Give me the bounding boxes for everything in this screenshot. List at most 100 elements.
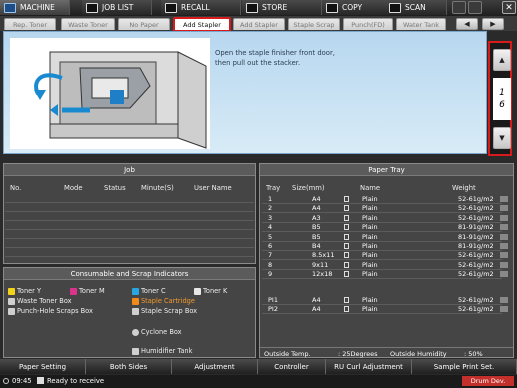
tray-number: 4	[268, 223, 273, 232]
tab-no-paper[interactable]: No Paper	[118, 18, 170, 30]
page-down-button[interactable]: ▼	[493, 127, 511, 149]
store-icon	[246, 2, 258, 13]
table-row[interactable]	[5, 248, 254, 257]
cyclone-box-icon	[132, 328, 139, 336]
tab-water-tank[interactable]: Water Tank	[396, 18, 446, 30]
tab-machine[interactable]: MACHINE	[0, 0, 70, 15]
tray-paper-name: Plain	[362, 242, 378, 250]
consumable-toner-c: Toner C	[132, 287, 166, 295]
tab-job-list[interactable]: JOB LIST	[82, 0, 152, 15]
tray-weight: 52-61g/m2	[458, 270, 494, 279]
paper-level-icon	[500, 271, 508, 278]
tray-weight: 81-91g/m2	[458, 242, 494, 250]
tab-add-stapler[interactable]: Add Stapler	[233, 18, 285, 30]
tab-staple-scrap[interactable]: Staple Scrap	[288, 18, 340, 30]
paper-orientation-icon	[344, 297, 349, 303]
paper-level-icon	[500, 214, 508, 221]
tray-col-name: Name	[360, 184, 381, 192]
tray-number: 1	[268, 195, 273, 203]
tray-number: 5	[268, 232, 273, 241]
up-arrow-icon: ▲	[499, 56, 505, 64]
paper-orientation-icon	[344, 233, 349, 240]
toner-k-icon	[194, 287, 201, 295]
drum-dev-badge[interactable]: Drum Dev.	[462, 376, 514, 386]
tab-recall[interactable]: RECALL	[161, 0, 241, 15]
job-col-status: Status	[104, 184, 126, 192]
toner-c-icon	[132, 287, 139, 295]
humidifier-tank-icon	[132, 347, 139, 355]
page-current: 1	[499, 88, 505, 98]
tab-waste-toner[interactable]: Waste Toner	[61, 18, 115, 30]
tab-add-stapler-active[interactable]: Add Stapler	[173, 17, 231, 32]
paper-level-icon	[500, 297, 508, 303]
next-tab-button[interactable]: ▶	[482, 18, 504, 30]
table-row[interactable]	[5, 203, 254, 212]
table-row[interactable]: 9 12x18 Plain 52-61g/m2	[262, 269, 508, 280]
tray-size: A4	[312, 296, 321, 304]
left-arrow-icon: ◀	[464, 20, 470, 28]
consumable-toner-m: Toner M	[70, 287, 105, 295]
staple-scrap-icon	[132, 307, 139, 315]
tray-weight: 52-61g/m2	[458, 260, 494, 269]
machine-icon	[4, 2, 16, 13]
table-row[interactable]	[5, 194, 254, 203]
outside-humidity-value: : 50%	[464, 350, 483, 358]
controller-button[interactable]: Controller	[258, 359, 326, 374]
paper-orientation-icon	[344, 196, 349, 202]
table-row[interactable]	[5, 230, 254, 239]
consumable-humidifier-tank: Humidifier Tank	[132, 347, 192, 355]
instruction-line-1: Open the staple finisher front door,	[215, 49, 335, 57]
outside-temp-value: : 25Degrees	[338, 350, 378, 358]
tray-weight: 52-61g/m2	[458, 251, 494, 260]
mode-button[interactable]	[468, 1, 482, 14]
consumable-punch-hole-scraps-box: Punch-Hole Scraps Box	[8, 307, 93, 315]
message-tab-row: Rep. Toner Waste Toner No Paper Add Stap…	[0, 16, 517, 32]
tray-weight: 52-61g/m2	[458, 204, 494, 213]
table-row[interactable]	[5, 257, 254, 266]
table-row[interactable]	[5, 212, 254, 221]
job-panel: Job No. Mode Status Minute(S) User Name	[3, 163, 256, 264]
prev-tab-button[interactable]: ◀	[456, 18, 478, 30]
sample-print-set-button[interactable]: Sample Print Set.	[412, 359, 517, 374]
clock-icon	[3, 378, 9, 384]
close-button[interactable]: ✕	[502, 1, 516, 14]
paper-level-icon	[500, 306, 508, 313]
ru-curl-adjustment-button[interactable]: RU Curl Adjustment	[326, 359, 412, 374]
tab-store[interactable]: STORE	[242, 0, 322, 15]
paper-orientation-icon	[344, 214, 349, 221]
tab-scan[interactable]: SCAN	[385, 0, 447, 15]
tray-weight: 81-91g/m2	[458, 232, 494, 241]
tray-number: 9	[268, 270, 273, 279]
table-row[interactable]	[5, 239, 254, 248]
consumable-panel-title: Consumable and Scrap Indicators	[4, 268, 255, 280]
staple-finisher-illustration	[10, 38, 210, 149]
tray-size: 9x11	[312, 260, 329, 269]
tray-number: 6	[268, 242, 273, 250]
table-row[interactable]: PI2 A4 Plain 52-61g/m2	[262, 304, 508, 315]
tray-number: 2	[268, 204, 273, 213]
adjustment-button[interactable]: Adjustment	[172, 359, 258, 374]
consumable-cyclone-box: Cyclone Box	[132, 328, 182, 336]
paper-level-icon	[500, 243, 508, 249]
recall-icon	[165, 2, 177, 13]
tray-size: 12x18	[312, 270, 333, 279]
both-sides-button[interactable]: Both Sides	[86, 359, 172, 374]
tray-paper-name: Plain	[362, 223, 378, 232]
tray-paper-name: Plain	[362, 260, 378, 269]
top-navigation-bar: MACHINE JOB LIST RECALL STORE COPY SCAN …	[0, 0, 517, 16]
tray-size: B4	[312, 242, 321, 250]
settings-button[interactable]	[452, 1, 466, 14]
paper-tray-title: Paper Tray	[260, 164, 513, 176]
tab-punch-fd[interactable]: Punch(FD)	[343, 18, 393, 30]
staple-cartridge-icon	[132, 297, 139, 305]
tray-size: B5	[312, 232, 321, 241]
paper-orientation-icon	[344, 205, 349, 212]
tray-weight: 52-61g/m2	[458, 305, 494, 314]
tray-number: 3	[268, 213, 273, 222]
page-up-button[interactable]: ▲	[493, 49, 511, 71]
tab-rep-toner[interactable]: Rep. Toner	[4, 18, 56, 30]
table-row[interactable]	[5, 221, 254, 230]
page-scroll-panel: ▲ 1 6 ▼	[488, 41, 512, 156]
tray-size: A4	[312, 204, 321, 213]
paper-setting-button[interactable]: Paper Setting	[0, 359, 86, 374]
